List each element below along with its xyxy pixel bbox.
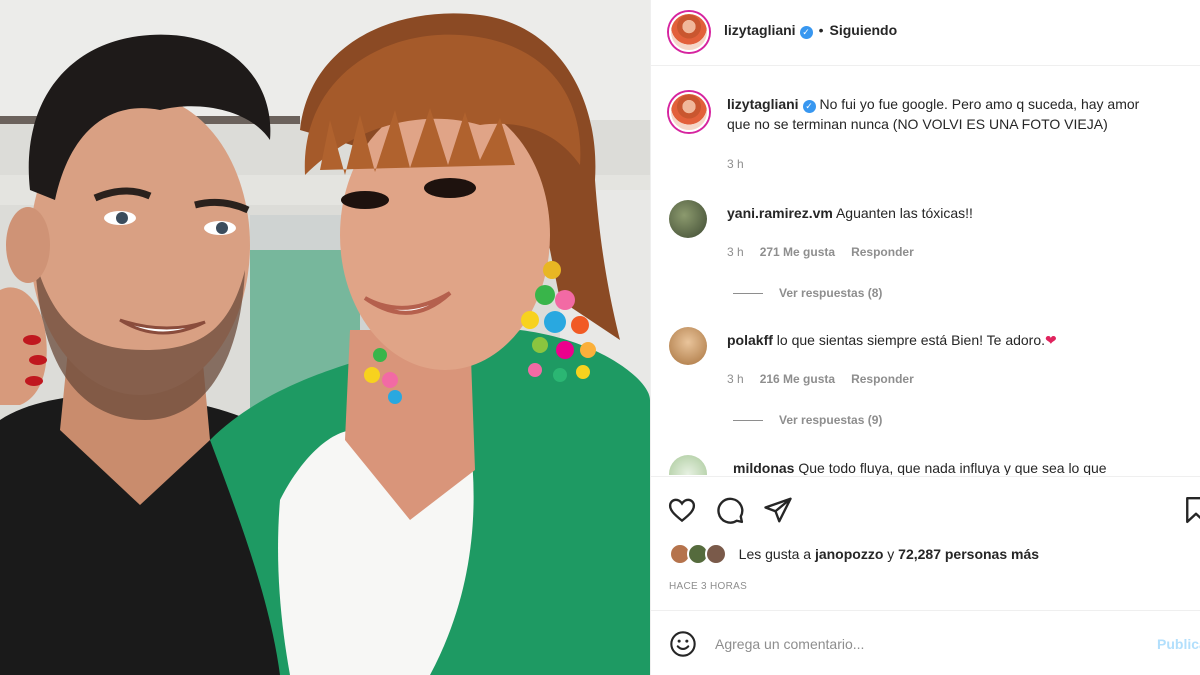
verified-badge-icon: ✓ [799,26,813,39]
add-comment-bar: Publicar [651,612,1200,675]
liker-avatar[interactable] [704,543,727,565]
comment-body: mildonas Que todo fluya, que nada influy… [733,460,1107,475]
replies-divider [733,420,763,422]
photo-illustration [0,0,650,675]
post-actions: Les gusta a janopozzo y 72,287 personas … [651,476,1200,611]
view-replies-button[interactable]: Ver respuestas (8) [733,286,882,300]
comment-text: lo que sientas siempre está Bien! Te ado… [776,332,1046,348]
commenter-username[interactable]: yani.ramirez.vm [727,205,833,221]
header-line: lizytagliani ✓ • Siguiendo [724,22,897,39]
comment-likes[interactable]: 216 Me gusta [760,372,835,386]
publish-button[interactable]: Publicar [1157,636,1200,652]
likes-summary: Les gusta a janopozzo y 72,287 personas … [669,543,1039,567]
comment-time[interactable]: 3 h [727,372,744,386]
commenter-avatar[interactable] [669,200,707,238]
comment-input[interactable] [715,632,1135,656]
commenter-username[interactable]: mildonas [733,460,794,475]
caption-line-1: No fui yo fue google. Pero amo q suceda,… [819,96,1140,112]
comments-scroll-area[interactable]: lizytagliani ✓ No fui yo fue google. Pero… [651,67,1200,475]
likes-prefix: Les gusta a [738,546,812,562]
commenter-username[interactable]: polakff [727,332,773,348]
view-replies-label: Ver respuestas (9) [779,413,883,427]
comment-text: Aguanten las tóxicas!! [835,205,973,221]
heart-icon[interactable] [667,495,697,525]
smiley-icon[interactable] [669,630,697,658]
likes-count[interactable]: 72,287 personas más [898,546,1039,562]
commenter-avatar[interactable] [669,455,707,475]
follow-status-button[interactable]: Siguiendo [829,22,897,38]
comment-body: yani.ramirez.vm Aguanten las tóxicas!! [727,205,973,221]
comment-meta: 3 h 271 Me gusta Responder [727,245,930,259]
caption-username[interactable]: lizytagliani [727,96,799,112]
liker-username[interactable]: janopozzo [815,546,883,562]
share-icon[interactable] [763,495,793,525]
reply-button[interactable]: Responder [851,372,914,386]
bookmark-icon[interactable] [1181,495,1200,525]
post-photo[interactable] [0,0,650,675]
author-avatar[interactable] [669,12,709,52]
post-header: lizytagliani ✓ • Siguiendo [651,0,1200,66]
caption-avatar[interactable] [669,92,709,132]
likes-connector: y [887,546,895,562]
view-replies-label: Ver respuestas (8) [779,286,883,300]
likes-text: Les gusta a janopozzo y 72,287 personas … [739,546,1039,562]
comment-body: polakff lo que sientas siempre está Bien… [727,332,1057,349]
reply-button[interactable]: Responder [851,245,914,259]
commenter-avatar[interactable] [669,327,707,365]
comment-text: Que todo fluya, que nada influya y que s… [798,460,1107,475]
comment-icon[interactable] [715,495,745,525]
post-side-panel: lizytagliani ✓ • Siguiendo lizytagliani ✓ No… [650,0,1200,675]
verified-badge-icon: ✓ [802,100,816,113]
replies-divider [733,293,763,295]
author-username[interactable]: lizytagliani [724,22,796,38]
post-timestamp[interactable]: HACE 3 HORAS [669,581,747,592]
caption-text: lizytagliani ✓ No fui yo fue google. Pero… [727,94,1200,134]
comment-meta: 3 h 216 Me gusta Responder [727,372,930,386]
comment-time[interactable]: 3 h [727,245,744,259]
caption-time[interactable]: 3 h [727,157,744,171]
separator-dot: • [818,22,824,38]
view-replies-button[interactable]: Ver respuestas (9) [733,413,882,427]
comment-likes[interactable]: 271 Me gusta [760,245,835,259]
heart-emoji-icon: ❤ [1045,332,1057,348]
caption-line-2: que no se terminan nunca (NO VOLVI ES UN… [727,116,1108,132]
